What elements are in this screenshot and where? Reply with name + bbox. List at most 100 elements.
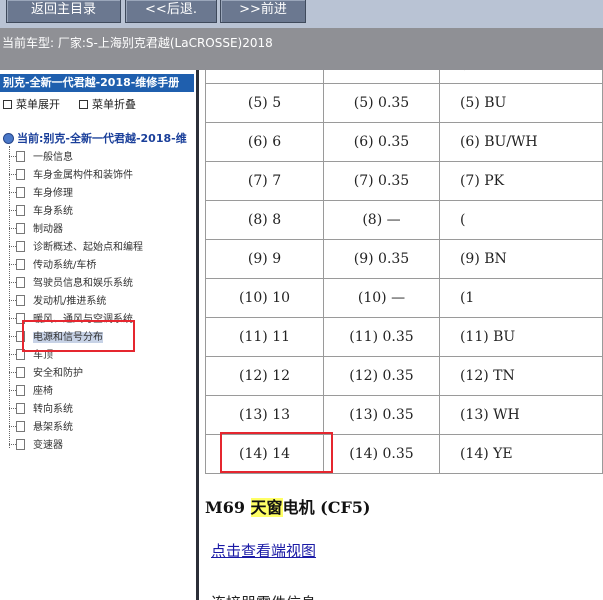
tree-item[interactable]: 变速器 — [9, 436, 63, 451]
table-cell: (14) 0.35 — [323, 434, 440, 474]
document-icon — [9, 366, 25, 378]
table-cell: (8) — — [323, 200, 440, 240]
document-icon — [9, 150, 25, 162]
table-cell: ( — [438, 70, 603, 84]
document-icon — [9, 420, 25, 432]
table-row: (7) 7 (7) 0.35 (7) PK — [204, 161, 603, 201]
table-cell: (13) 0.35 — [323, 395, 440, 435]
current-manual-node[interactable]: 当前:别克-全新一代君越-2018-维 — [3, 130, 187, 146]
tree-item-label: 车身系统 — [33, 206, 73, 217]
table-cell: ( — [438, 200, 603, 240]
tree-item[interactable]: 制动器 — [9, 220, 63, 235]
collapse-menu-label: 菜单折叠 — [92, 98, 136, 111]
tree-item[interactable]: 悬架系统 — [9, 418, 73, 433]
table-cell: (8) 8 — [204, 200, 325, 240]
table-cell: (12) 0.35 — [323, 356, 440, 396]
table-cell: (13) 13 — [204, 395, 325, 435]
back-button[interactable]: <<后退. — [125, 0, 217, 23]
table-row: (5) 5 (5) 0.35 (5) BU — [204, 83, 603, 123]
table-cell: (7) 0.35 — [323, 161, 440, 201]
tree-item[interactable]: 座椅 — [9, 382, 53, 397]
table-row: (8) 8 (8) —( — [204, 200, 603, 240]
document-icon — [9, 438, 25, 450]
table-cell: (6) 6 — [204, 122, 325, 162]
table-cell: (9) 0.35 — [323, 239, 440, 279]
pin-table: ((5) 5(5) 0.35(5) BU(6) 6(6) 0.35(6) BU/… — [204, 70, 603, 474]
collapse-menu-button[interactable]: 菜单折叠 — [79, 96, 136, 112]
current-model-text: 当前车型: 厂家:S-上海别克君越(LaCROSSE)2018 — [2, 36, 273, 50]
table-row: (11) 11 (11) 0.35 (11) BU — [204, 317, 603, 357]
heading-highlight: 天窗 — [250, 498, 283, 517]
table-cell: (7) PK — [438, 161, 603, 201]
current-manual-label: 当前:别克-全新一代君越-2018-维 — [17, 132, 187, 145]
table-row: (9) 9 (9) 0.35 (9) BN — [204, 239, 603, 279]
tree-item[interactable]: 转向系统 — [9, 400, 73, 415]
manual-title[interactable]: 别克-全新一代君越-2018-维修手册 — [0, 74, 194, 92]
tree-item-label: 车身金属构件和装饰件 — [33, 170, 133, 181]
table-cell: (5) BU — [438, 83, 603, 123]
table-cell — [323, 70, 440, 84]
heading-prefix: M69 — [205, 498, 251, 517]
home-button[interactable]: 返回主目录 — [6, 0, 121, 23]
table-cell: (12) TN — [438, 356, 603, 396]
table-cell: (11) BU — [438, 317, 603, 357]
table-cell: (11) 11 — [204, 317, 325, 357]
tree-item[interactable]: 发动机/推进系统 — [9, 292, 107, 307]
table-cell: (11) 0.35 — [323, 317, 440, 357]
tree-item[interactable]: 车身金属构件和装饰件 — [9, 166, 133, 181]
table-row: ( — [204, 70, 603, 84]
expand-menu-label: 菜单展开 — [16, 98, 60, 111]
expand-square-icon — [3, 99, 12, 109]
table-cell: (1 — [438, 278, 603, 318]
tree-item-label: 发动机/推进系统 — [33, 296, 107, 307]
top-toolbar: 返回主目录 <<后退. >>前进 — [0, 0, 603, 28]
table-cell: (7) 7 — [204, 161, 325, 201]
tree-item-label: 驾驶员信息和娱乐系统 — [33, 278, 133, 289]
table-row: (12) 12 (12) 0.35 (12) TN — [204, 356, 603, 396]
connector-info-heading: 连接器零件信息 — [211, 592, 316, 600]
document-icon — [9, 258, 25, 270]
red-highlight-box-tree — [22, 320, 135, 352]
current-model-bar: 当前车型: 厂家:S-上海别克君越(LaCROSSE)2018 — [0, 28, 603, 70]
tree-item[interactable]: 车身系统 — [9, 202, 73, 217]
left-tree-panel: 别克-全新一代君越-2018-维修手册 菜单展开 菜单折叠 当前:别克-全新一代… — [0, 70, 196, 600]
tree-item[interactable]: 车身修理 — [9, 184, 73, 199]
tree-item[interactable]: 诊断概述、起始点和编程 — [9, 238, 143, 253]
table-cell: (9) BN — [438, 239, 603, 279]
forward-button[interactable]: >>前进 — [220, 0, 306, 23]
tree-item-label: 传动系统/车桥 — [33, 260, 97, 271]
document-icon — [9, 222, 25, 234]
document-icon — [9, 276, 25, 288]
tree-item[interactable]: 传动系统/车桥 — [9, 256, 97, 271]
table-cell: (9) 9 — [204, 239, 325, 279]
tree-item-label: 制动器 — [33, 224, 63, 235]
tree-item-label: 悬架系统 — [33, 422, 73, 433]
table-cell: (12) 12 — [204, 356, 325, 396]
tree-item-label: 安全和防护 — [33, 368, 83, 379]
document-icon — [9, 168, 25, 180]
table-cell: (6) BU/WH — [438, 122, 603, 162]
book-icon — [3, 132, 14, 144]
tree-item-label: 一般信息 — [33, 152, 73, 163]
document-icon — [9, 384, 25, 396]
tree-item[interactable]: 安全和防护 — [9, 364, 83, 379]
table-cell: (5) 5 — [204, 83, 325, 123]
tree-item-label: 座椅 — [33, 386, 53, 397]
document-icon — [9, 294, 25, 306]
expand-menu-button[interactable]: 菜单展开 — [3, 96, 60, 112]
end-view-link[interactable]: 点击查看端视图 — [211, 540, 316, 561]
content-pane: ((5) 5(5) 0.35(5) BU(6) 6(6) 0.35(6) BU/… — [199, 70, 603, 600]
table-cell: (5) 0.35 — [323, 83, 440, 123]
red-highlight-box-pin — [220, 432, 333, 473]
section-heading: M69 天窗电机 (CF5) — [205, 494, 371, 518]
table-row: (10) 10 (10) — (1 — [204, 278, 603, 318]
tree-item-label: 转向系统 — [33, 404, 73, 415]
table-row: (6) 6 (6) 0.35 (6) BU/WH — [204, 122, 603, 162]
document-icon — [9, 402, 25, 414]
heading-suffix: 电机 (CF5) — [282, 498, 371, 517]
tree-item[interactable]: 一般信息 — [9, 148, 73, 163]
document-icon — [9, 186, 25, 198]
document-icon — [9, 204, 25, 216]
table-cell: (14) YE — [438, 434, 603, 474]
tree-item[interactable]: 驾驶员信息和娱乐系统 — [9, 274, 133, 289]
